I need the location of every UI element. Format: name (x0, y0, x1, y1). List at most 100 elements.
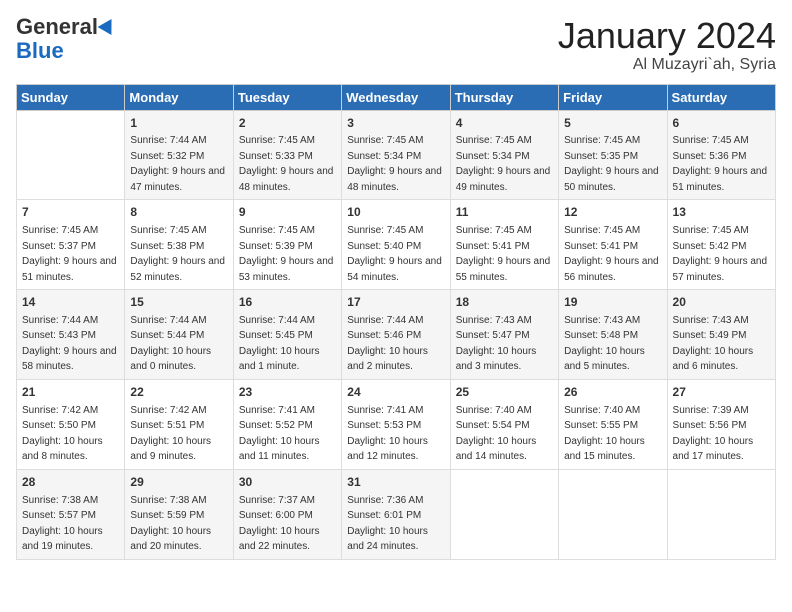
day-cell (17, 110, 125, 200)
day-cell: 12 Sunrise: 7:45 AMSunset: 5:41 PMDayligh… (559, 200, 667, 290)
day-info: Sunrise: 7:41 AMSunset: 5:52 PMDaylight:… (239, 405, 320, 463)
day-info: Sunrise: 7:40 AMSunset: 5:55 PMDaylight:… (564, 405, 645, 463)
week-row-5: 28 Sunrise: 7:38 AMSunset: 5:57 PMDayligh… (17, 469, 776, 559)
day-info: Sunrise: 7:37 AMSunset: 6:00 PMDaylight:… (239, 495, 320, 553)
day-number: 23 (239, 384, 336, 401)
day-cell: 6 Sunrise: 7:45 AMSunset: 5:36 PMDaylight… (667, 110, 775, 200)
day-cell: 4Sunrise: 7:45 AMSunset: 5:34 PMDaylight… (450, 110, 558, 200)
day-number: 24 (347, 384, 444, 401)
day-header-monday: Monday (125, 84, 233, 110)
day-cell: 19Sunrise: 7:43 AMSunset: 5:48 PMDayligh… (559, 290, 667, 380)
day-header-friday: Friday (559, 84, 667, 110)
day-cell: 10 Sunrise: 7:45 AMSunset: 5:40 PMDayligh… (342, 200, 450, 290)
day-number: 30 (239, 474, 336, 491)
day-cell: 30 Sunrise: 7:37 AMSunset: 6:00 PMDayligh… (233, 469, 341, 559)
day-number: 6 (673, 115, 770, 132)
day-info: Sunrise: 7:45 AMSunset: 5:42 PMDaylight:… (673, 225, 768, 283)
logo: General Blue (16, 16, 116, 64)
day-number: 31 (347, 474, 444, 491)
day-number: 29 (130, 474, 227, 491)
day-number: 22 (130, 384, 227, 401)
day-number: 14 (22, 294, 119, 311)
day-cell: 15Sunrise: 7:44 AMSunset: 5:44 PMDayligh… (125, 290, 233, 380)
day-info: Sunrise: 7:45 AMSunset: 5:35 PMDaylight:… (564, 135, 659, 193)
day-number: 9 (239, 204, 336, 221)
week-row-2: 7Sunrise: 7:45 AMSunset: 5:37 PMDaylight… (17, 200, 776, 290)
day-cell (667, 469, 775, 559)
day-cell: 2Sunrise: 7:45 AMSunset: 5:33 PMDaylight… (233, 110, 341, 200)
main-container: General Blue January 2024 Al Muzayri`ah,… (0, 0, 792, 568)
day-number: 12 (564, 204, 661, 221)
calendar-table: SundayMondayTuesdayWednesdayThursdayFrid… (16, 84, 776, 560)
day-cell: 16 Sunrise: 7:44 AMSunset: 5:45 PMDayligh… (233, 290, 341, 380)
logo-text: General (16, 16, 116, 38)
day-number: 20 (673, 294, 770, 311)
day-cell: 11Sunrise: 7:45 AMSunset: 5:41 PMDayligh… (450, 200, 558, 290)
day-info: Sunrise: 7:44 AMSunset: 5:45 PMDaylight:… (239, 315, 320, 373)
day-cell: 18 Sunrise: 7:43 AMSunset: 5:47 PMDayligh… (450, 290, 558, 380)
day-cell: 22Sunrise: 7:42 AMSunset: 5:51 PMDayligh… (125, 379, 233, 469)
day-number: 5 (564, 115, 661, 132)
day-info: Sunrise: 7:45 AMSunset: 5:40 PMDaylight:… (347, 225, 442, 283)
day-cell: 26 Sunrise: 7:40 AMSunset: 5:55 PMDayligh… (559, 379, 667, 469)
day-info: Sunrise: 7:45 AMSunset: 5:33 PMDaylight:… (239, 135, 334, 193)
day-number: 25 (456, 384, 553, 401)
day-number: 28 (22, 474, 119, 491)
day-number: 16 (239, 294, 336, 311)
day-info: Sunrise: 7:44 AMSunset: 5:43 PMDaylight:… (22, 315, 117, 373)
day-info: Sunrise: 7:45 AMSunset: 5:38 PMDaylight:… (130, 225, 225, 283)
day-header-wednesday: Wednesday (342, 84, 450, 110)
day-number: 21 (22, 384, 119, 401)
day-info: Sunrise: 7:43 AMSunset: 5:48 PMDaylight:… (564, 315, 645, 373)
day-info: Sunrise: 7:44 AMSunset: 5:44 PMDaylight:… (130, 315, 211, 373)
day-info: Sunrise: 7:36 AMSunset: 6:01 PMDaylight:… (347, 495, 428, 553)
day-cell: 14 Sunrise: 7:44 AMSunset: 5:43 PMDayligh… (17, 290, 125, 380)
logo-general: General (16, 16, 98, 38)
day-header-thursday: Thursday (450, 84, 558, 110)
day-info: Sunrise: 7:38 AMSunset: 5:59 PMDaylight:… (130, 495, 211, 553)
day-header-saturday: Saturday (667, 84, 775, 110)
day-info: Sunrise: 7:40 AMSunset: 5:54 PMDaylight:… (456, 405, 537, 463)
day-number: 13 (673, 204, 770, 221)
day-info: Sunrise: 7:45 AMSunset: 5:41 PMDaylight:… (456, 225, 551, 283)
day-cell: 28 Sunrise: 7:38 AMSunset: 5:57 PMDayligh… (17, 469, 125, 559)
day-number: 26 (564, 384, 661, 401)
day-cell (559, 469, 667, 559)
day-info: Sunrise: 7:45 AMSunset: 5:41 PMDaylight:… (564, 225, 659, 283)
day-cell: 5 Sunrise: 7:45 AMSunset: 5:35 PMDaylight… (559, 110, 667, 200)
day-cell: 17 Sunrise: 7:44 AMSunset: 5:46 PMDayligh… (342, 290, 450, 380)
day-number: 7 (22, 204, 119, 221)
week-row-1: 1 Sunrise: 7:44 AMSunset: 5:32 PMDaylight… (17, 110, 776, 200)
location: Al Muzayri`ah, Syria (558, 56, 776, 74)
day-cell: 7Sunrise: 7:45 AMSunset: 5:37 PMDaylight… (17, 200, 125, 290)
day-number: 17 (347, 294, 444, 311)
title-block: January 2024 Al Muzayri`ah, Syria (558, 16, 776, 74)
day-cell: 27Sunrise: 7:39 AMSunset: 5:56 PMDayligh… (667, 379, 775, 469)
day-info: Sunrise: 7:44 AMSunset: 5:46 PMDaylight:… (347, 315, 428, 373)
day-info: Sunrise: 7:44 AMSunset: 5:32 PMDaylight:… (130, 135, 225, 193)
day-info: Sunrise: 7:43 AMSunset: 5:47 PMDaylight:… (456, 315, 537, 373)
day-info: Sunrise: 7:45 AMSunset: 5:36 PMDaylight:… (673, 135, 768, 193)
day-cell: 20Sunrise: 7:43 AMSunset: 5:49 PMDayligh… (667, 290, 775, 380)
logo-blue: Blue (16, 38, 64, 64)
day-cell: 31 Sunrise: 7:36 AMSunset: 6:01 PMDayligh… (342, 469, 450, 559)
day-info: Sunrise: 7:38 AMSunset: 5:57 PMDaylight:… (22, 495, 103, 553)
day-number: 10 (347, 204, 444, 221)
day-number: 4 (456, 115, 553, 132)
header: General Blue January 2024 Al Muzayri`ah,… (16, 16, 776, 74)
logo-triangle-icon (98, 15, 119, 35)
day-info: Sunrise: 7:45 AMSunset: 5:34 PMDaylight:… (347, 135, 442, 193)
day-info: Sunrise: 7:45 AMSunset: 5:39 PMDaylight:… (239, 225, 334, 283)
day-number: 27 (673, 384, 770, 401)
day-cell: 3Sunrise: 7:45 AMSunset: 5:34 PMDaylight… (342, 110, 450, 200)
week-row-4: 21Sunrise: 7:42 AMSunset: 5:50 PMDayligh… (17, 379, 776, 469)
day-cell (450, 469, 558, 559)
header-row: SundayMondayTuesdayWednesdayThursdayFrid… (17, 84, 776, 110)
day-cell: 21Sunrise: 7:42 AMSunset: 5:50 PMDayligh… (17, 379, 125, 469)
day-number: 8 (130, 204, 227, 221)
month-title: January 2024 (558, 16, 776, 56)
day-header-tuesday: Tuesday (233, 84, 341, 110)
day-number: 1 (130, 115, 227, 132)
day-number: 18 (456, 294, 553, 311)
day-cell: 13 Sunrise: 7:45 AMSunset: 5:42 PMDayligh… (667, 200, 775, 290)
